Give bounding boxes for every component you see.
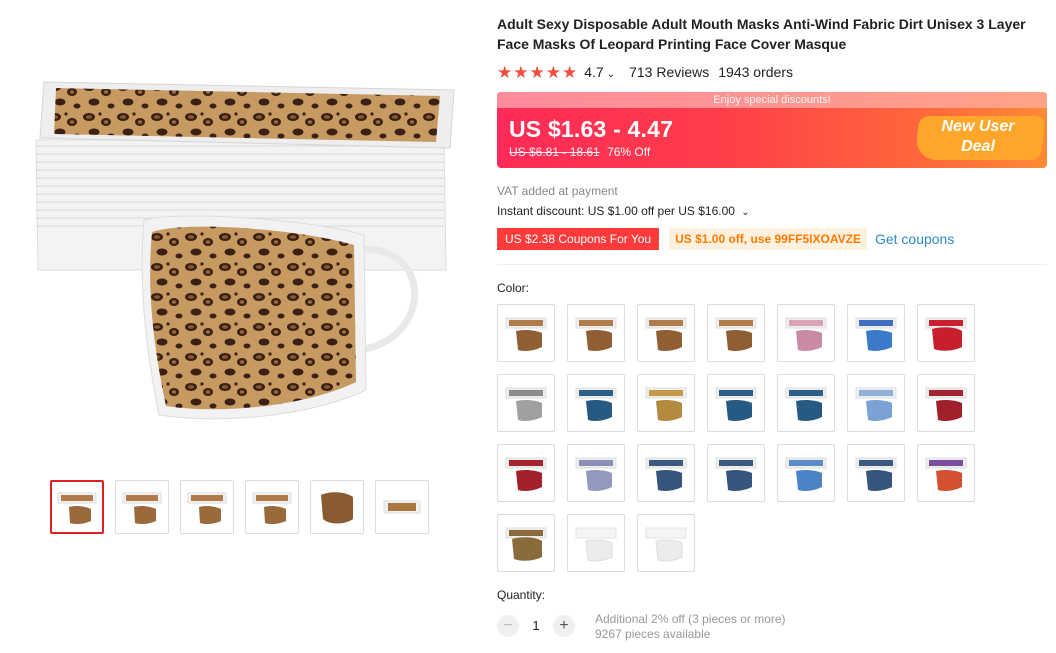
- color-swatch[interactable]: [917, 444, 975, 502]
- chevron-down-icon: ⌄: [741, 207, 750, 218]
- color-swatch[interactable]: [497, 514, 555, 572]
- color-swatch[interactable]: [847, 374, 905, 432]
- price-banner: Enjoy special discounts! US $1.63 - 4.47…: [497, 92, 1047, 168]
- color-swatch[interactable]: [567, 444, 625, 502]
- quantity-decrease-button[interactable]: −: [497, 615, 519, 637]
- price-original-row: US $6.81 - 18.61 76% Off: [509, 145, 650, 159]
- color-swatch[interactable]: [777, 444, 835, 502]
- instant-discount[interactable]: Instant discount: US $1.00 off per US $1…: [497, 204, 1049, 218]
- vat-note: VAT added at payment: [497, 184, 618, 198]
- thumbnail-strip: [50, 480, 429, 534]
- color-swatch[interactable]: [567, 514, 625, 572]
- chevron-down-icon: ⌄: [606, 69, 616, 80]
- thumbnail-2[interactable]: [115, 480, 169, 534]
- rating-row: ★ ★ ★ ★ ★ 4.7 ⌄ 713 Reviews 1943 orders: [497, 63, 1049, 81]
- rating-value[interactable]: 4.7 ⌄: [584, 64, 615, 80]
- quantity-info: Additional 2% off (3 pieces or more) 926…: [595, 612, 786, 642]
- star-icon: ★: [497, 62, 513, 82]
- color-swatch[interactable]: [637, 304, 695, 362]
- color-swatch[interactable]: [847, 304, 905, 362]
- color-swatch[interactable]: [497, 304, 555, 362]
- star-icon: ★: [562, 62, 578, 82]
- quantity-label: Quantity:: [497, 588, 546, 602]
- bulk-discount-note: Additional 2% off (3 pieces or more): [595, 612, 786, 626]
- thumbnail-4[interactable]: [245, 480, 299, 534]
- reviews-link[interactable]: 713 Reviews: [629, 64, 709, 80]
- color-swatch[interactable]: [497, 444, 555, 502]
- divider: [497, 264, 1047, 265]
- deal-label: Deal: [961, 138, 995, 155]
- coupons-badge[interactable]: US $2.38 Coupons For You: [494, 228, 660, 250]
- rating-stars: ★ ★ ★ ★ ★: [497, 64, 577, 81]
- price-range: US $1.63 - 4.47: [509, 116, 674, 142]
- stock-available: 9267 pieces available: [595, 627, 711, 641]
- color-swatch[interactable]: [567, 374, 625, 432]
- color-swatch[interactable]: [707, 444, 765, 502]
- quantity-input[interactable]: 1: [519, 612, 553, 640]
- coupon-row: US $2.38 Coupons For You US $1.00 off, u…: [494, 228, 1049, 250]
- star-icon: ★: [545, 62, 561, 82]
- product-info: Adult Sexy Disposable Adult Mouth Masks …: [494, 14, 1049, 642]
- new-user-deal-badge[interactable]: New User Deal: [909, 110, 1047, 168]
- thumbnail-5[interactable]: [310, 480, 364, 534]
- thumbnail-3[interactable]: [180, 480, 234, 534]
- color-swatch[interactable]: [497, 374, 555, 432]
- thumbnail-6[interactable]: [375, 480, 429, 534]
- color-swatch[interactable]: [707, 304, 765, 362]
- color-swatch[interactable]: [637, 444, 695, 502]
- quantity-row: − 1 + Additional 2% off (3 pieces or mor…: [497, 612, 1049, 642]
- thumbnail-1[interactable]: [50, 480, 104, 534]
- get-coupons-link[interactable]: Get coupons: [875, 231, 954, 247]
- color-swatch[interactable]: [637, 514, 695, 572]
- color-swatch[interactable]: [567, 304, 625, 362]
- color-swatch[interactable]: [637, 374, 695, 432]
- quantity-increase-button[interactable]: +: [553, 615, 575, 637]
- color-swatch[interactable]: [847, 444, 905, 502]
- coupon-code-badge[interactable]: US $1.00 off, use 99FF5IXOAVZE: [669, 228, 867, 250]
- color-label: Color:: [497, 281, 530, 295]
- product-title: Adult Sexy Disposable Adult Mouth Masks …: [497, 16, 1026, 52]
- color-swatches: [497, 304, 1049, 572]
- star-icon: ★: [529, 62, 545, 82]
- discount-percent: 76% Off: [607, 145, 651, 159]
- color-swatch[interactable]: [917, 374, 975, 432]
- star-icon: ★: [513, 62, 529, 82]
- color-swatch[interactable]: [777, 304, 835, 362]
- original-price: US $6.81 - 18.61: [509, 145, 600, 159]
- new-user-label: New User: [941, 118, 1015, 135]
- orders-count: 1943 orders: [718, 64, 793, 80]
- color-swatch[interactable]: [707, 374, 765, 432]
- banner-top-text: Enjoy special discounts!: [497, 92, 1047, 108]
- color-swatch[interactable]: [917, 304, 975, 362]
- color-swatch[interactable]: [777, 374, 835, 432]
- main-product-image[interactable]: [14, 20, 474, 460]
